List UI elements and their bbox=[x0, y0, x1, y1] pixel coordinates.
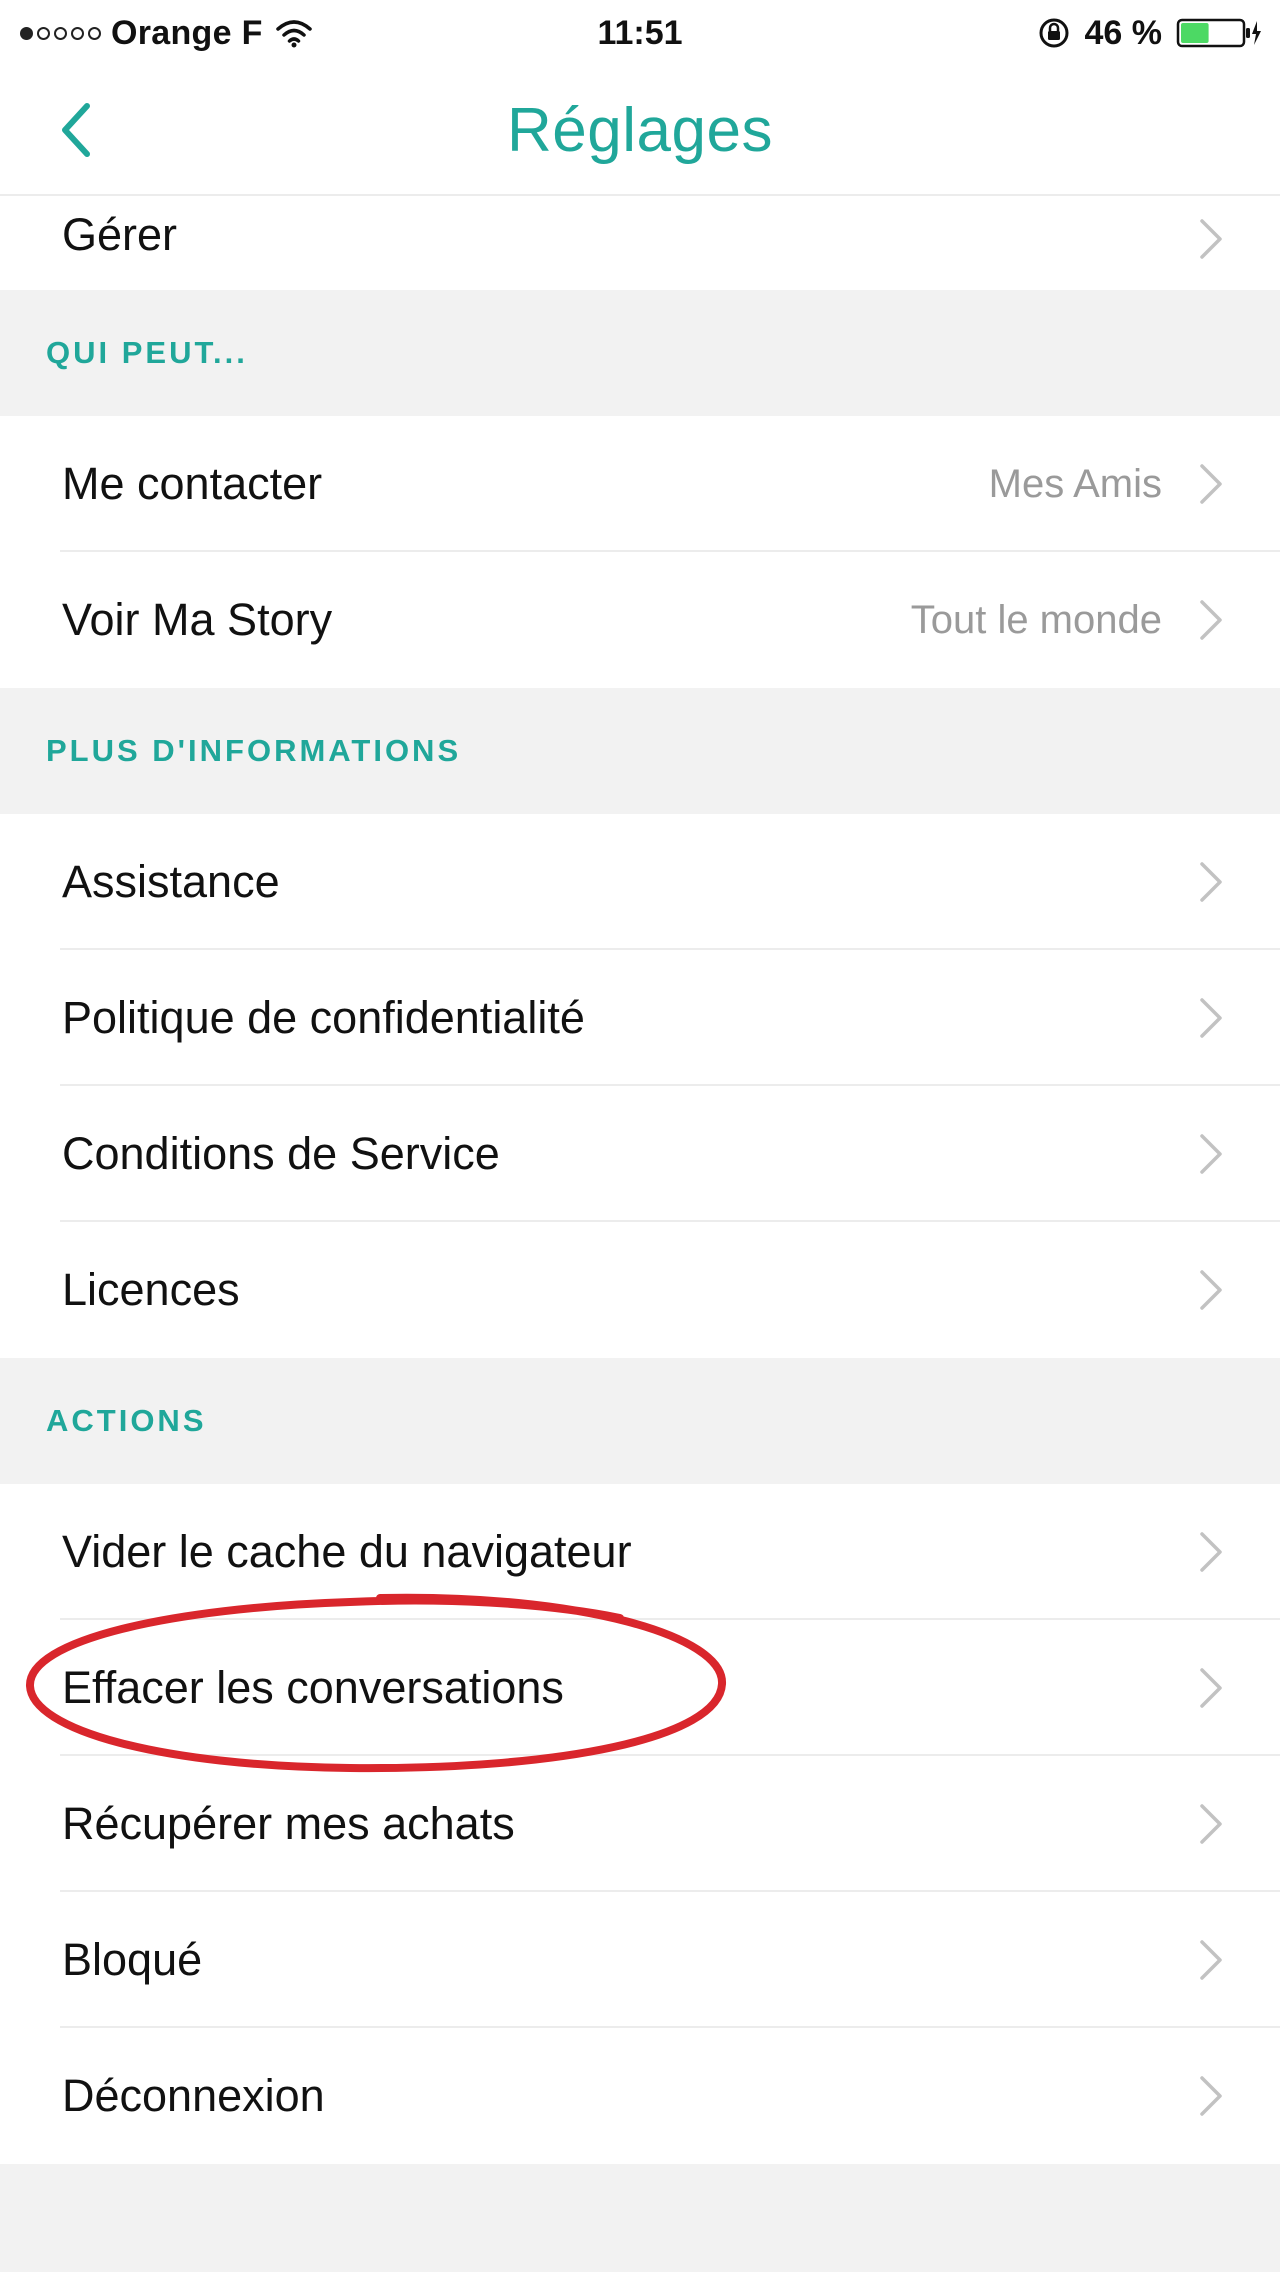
row-label: Vider le cache du navigateur bbox=[62, 1526, 632, 1577]
chevron-right-icon bbox=[1200, 2076, 1222, 2116]
settings-row-deconnexion[interactable]: Déconnexion bbox=[0, 2028, 1280, 2164]
chevron-right-icon bbox=[1200, 1270, 1222, 1310]
settings-row-politique-confidentialite[interactable]: Politique de confidentialité bbox=[0, 950, 1280, 1086]
section-header-qui-peut: QUI PEUT... bbox=[0, 290, 1280, 416]
settings-row-recuperer-achats[interactable]: Récupérer mes achats bbox=[0, 1756, 1280, 1892]
section-header-plus-informations: PLUS D'INFORMATIONS bbox=[0, 688, 1280, 814]
battery-percentage: 46 % bbox=[1084, 13, 1163, 52]
status-right: 46 % bbox=[1037, 10, 1263, 56]
page-title: Réglages bbox=[507, 96, 773, 165]
battery-icon bbox=[1176, 18, 1261, 48]
settings-row-vider-cache[interactable]: Vider le cache du navigateur bbox=[0, 1484, 1280, 1620]
settings-row-voir-ma-story[interactable]: Voir Ma Story Tout le monde bbox=[0, 552, 1280, 688]
row-value: Tout le monde bbox=[910, 597, 1162, 642]
chevron-left-icon bbox=[62, 103, 90, 157]
list-footer-space bbox=[0, 2164, 1280, 2272]
settings-row-assistance[interactable]: Assistance bbox=[0, 814, 1280, 950]
row-label: Politique de confidentialité bbox=[62, 992, 585, 1043]
row-label: Licences bbox=[62, 1264, 240, 1315]
back-button[interactable] bbox=[40, 90, 110, 170]
row-label: Bloqué bbox=[62, 1934, 203, 1985]
chevron-right-icon bbox=[1200, 219, 1222, 259]
chevron-right-icon bbox=[1200, 1940, 1222, 1980]
row-label: Effacer les conversations bbox=[62, 1662, 564, 1713]
section-header-actions: ACTIONS bbox=[0, 1358, 1280, 1484]
chevron-right-icon bbox=[1200, 600, 1222, 640]
chevron-right-icon bbox=[1200, 1134, 1222, 1174]
chevron-right-icon bbox=[1200, 998, 1222, 1038]
settings-row-me-contacter[interactable]: Me contacter Mes Amis bbox=[0, 416, 1280, 552]
settings-row-bloque[interactable]: Bloqué bbox=[0, 1892, 1280, 2028]
settings-row-conditions-service[interactable]: Conditions de Service bbox=[0, 1086, 1280, 1222]
chevron-right-icon bbox=[1200, 862, 1222, 902]
row-label: Me contacter bbox=[62, 458, 323, 509]
chevron-right-icon bbox=[1200, 1532, 1222, 1572]
chevron-right-icon bbox=[1200, 464, 1222, 504]
section-title: QUI PEUT... bbox=[46, 335, 248, 370]
row-label: Assistance bbox=[62, 856, 280, 907]
chevron-right-icon bbox=[1200, 1668, 1222, 1708]
row-label: Conditions de Service bbox=[62, 1128, 500, 1179]
battery-fill bbox=[1181, 23, 1209, 43]
settings-row-effacer-conversations[interactable]: Effacer les conversations bbox=[0, 1620, 1280, 1756]
row-label: Récupérer mes achats bbox=[62, 1798, 515, 1849]
row-value: Mes Amis bbox=[988, 461, 1162, 506]
settings-list: Gérer QUI PEUT... Me contacter Mes Amis … bbox=[0, 196, 1280, 2272]
row-label: Voir Ma Story bbox=[62, 594, 333, 645]
row-label: Déconnexion bbox=[62, 2070, 325, 2121]
section-title: PLUS D'INFORMATIONS bbox=[46, 733, 462, 768]
navigation-bar: Réglages bbox=[0, 66, 1280, 196]
section-title: ACTIONS bbox=[46, 1403, 207, 1438]
chevron-right-icon bbox=[1200, 1804, 1222, 1844]
status-bar: Orange F 11:51 46 % bbox=[0, 0, 1280, 66]
settings-row-licences[interactable]: Licences bbox=[0, 1222, 1280, 1358]
row-label: Gérer bbox=[62, 209, 178, 260]
rotation-lock-icon bbox=[1039, 18, 1068, 48]
settings-row-gerer[interactable]: Gérer bbox=[0, 196, 1280, 290]
